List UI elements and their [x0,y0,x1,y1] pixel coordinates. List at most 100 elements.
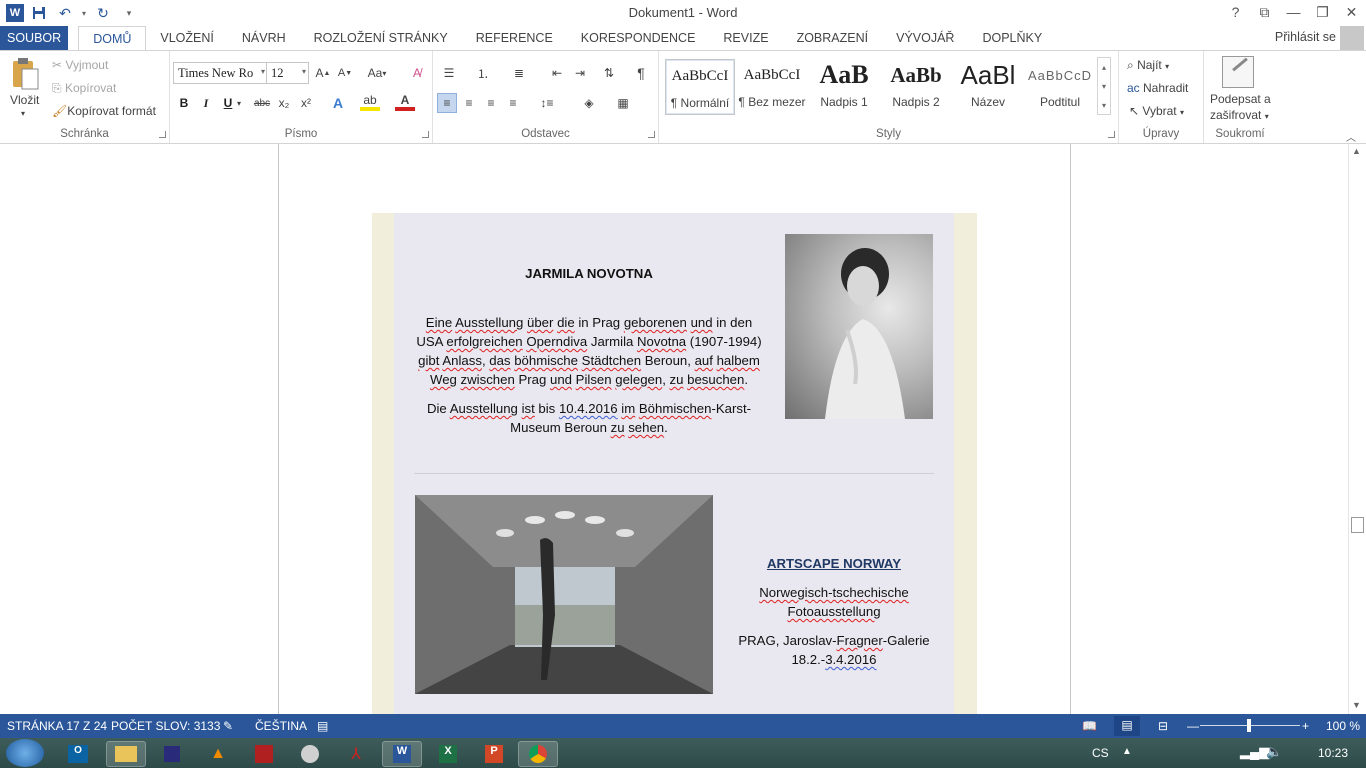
styles-scroll[interactable]: ▴ ▾ ▾ [1097,57,1111,115]
show-formatting-icon[interactable]: ¶ [631,63,651,83]
shading-icon[interactable]: ◈ [579,93,599,113]
web-layout-icon[interactable]: ⊟ [1158,719,1168,733]
change-case-button[interactable]: Aa ▾ [363,63,391,83]
style-normal[interactable]: AaBbCcI ¶ Normální [665,59,735,115]
font-color-icon[interactable]: A [395,93,415,111]
tab-mailings[interactable]: KORESPONDENCE [567,26,710,50]
vertical-scrollbar[interactable]: ▲ ▼ [1348,144,1366,714]
tab-file[interactable]: SOUBOR [0,26,69,50]
decrease-indent-icon[interactable]: ⇤ [547,63,567,83]
scroll-up-icon[interactable]: ▲ [1352,146,1361,156]
tab-addins[interactable]: DOPLŇKY [968,26,1056,50]
clear-formatting-icon[interactable]: A̸ [407,63,427,83]
align-left-icon[interactable]: ≡ [437,93,457,113]
clipboard-launcher-icon[interactable] [159,131,166,138]
tab-developer[interactable]: VÝVOJÁŘ [882,26,968,50]
shrink-font-icon[interactable]: A ▼ [335,63,355,83]
underline-dropdown-icon[interactable]: ▾ [234,93,244,113]
italic-button[interactable]: I [196,93,216,113]
avatar[interactable] [1340,26,1364,50]
tab-insert[interactable]: VLOŽENÍ [146,26,228,50]
paragraph-jarmila-dates[interactable]: Die Ausstellung ist bis 10.4.2016 im Böh… [404,399,774,437]
format-painter-button[interactable]: 🖌Kopírovat formát [52,104,156,118]
style-subtitle[interactable]: AaBbCcD Podtitul [1025,59,1095,115]
tab-home[interactable]: DOMŮ [78,26,147,51]
scroll-down-icon[interactable]: ▼ [1352,700,1361,710]
page-count[interactable]: STRÁNKA 17 Z 24 [7,719,107,733]
select-button[interactable]: ↖ Vybrat ▾ [1129,104,1184,118]
powerpoint-taskbar-icon[interactable]: P [474,741,514,767]
tab-page-layout[interactable]: ROZLOŽENÍ STRÁNKY [300,26,462,50]
align-center-icon[interactable]: ≡ [459,93,479,113]
paste-icon[interactable] [10,57,40,93]
font-size-combo[interactable]: 12 ▾ [266,62,309,84]
bold-button[interactable]: B [174,93,194,113]
style-no-spacing[interactable]: AaBbCcI ¶ Bez mezer [737,59,807,115]
grow-font-icon[interactable]: A ▲ [313,63,333,83]
chrome-taskbar-icon[interactable] [518,741,558,767]
heading-artscape[interactable]: ARTSCAPE NORWAY [734,554,934,573]
restore-icon[interactable]: ❐ [1308,0,1337,24]
borders-icon[interactable]: ▦ [613,93,633,113]
bullets-icon[interactable]: ☰ [439,63,459,83]
read-mode-icon[interactable]: 📖 [1082,719,1097,733]
zoom-in-icon[interactable]: + [1302,719,1309,733]
zoom-out-icon[interactable]: — [1187,719,1199,733]
save-app-icon[interactable] [152,741,192,767]
multilevel-list-icon[interactable]: ≣ [509,63,529,83]
style-heading2[interactable]: AaBb Nadpis 2 [881,59,951,115]
network-icon[interactable]: ▂▄▆ [1240,744,1269,760]
paragraph-launcher-icon[interactable] [648,131,655,138]
tab-review[interactable]: REVIZE [709,26,782,50]
artscape-sculpture-photo[interactable] [415,495,713,694]
volume-icon[interactable]: 🔈 [1266,744,1282,760]
paragraph-artscape-place[interactable]: PRAG, Jaroslav-Fragner-Galerie 18.2.-3.4… [724,631,944,669]
styles-launcher-icon[interactable] [1108,131,1115,138]
app-icon-red[interactable] [244,741,284,767]
excel-taskbar-icon[interactable]: X [428,741,468,767]
encrypt-button[interactable]: zašifrovat ▾ [1210,108,1269,122]
taskbar-clock[interactable]: 10:23 [1318,746,1348,760]
increase-indent-icon[interactable]: ⇥ [570,63,590,83]
scroll-thumb[interactable] [1351,517,1364,533]
app-icon-circle[interactable] [290,741,330,767]
cut-button[interactable]: ✂ Vyjmout [52,58,108,72]
paragraph-artscape[interactable]: Norwegisch-tschechische Fotoausstellung [734,583,934,621]
macro-recording-icon[interactable]: ▤ [317,719,328,733]
text-effects-icon[interactable]: A [328,93,348,113]
minimize-icon[interactable]: — [1279,0,1308,24]
sort-icon[interactable]: ⇅ [599,63,619,83]
zoom-level[interactable]: 100 % [1326,719,1360,733]
highlight-color-icon[interactable]: ab [360,93,380,111]
explorer-icon[interactable] [106,741,146,767]
numbering-icon[interactable]: ⒈ [473,63,493,83]
find-button[interactable]: ⌕ Najít ▾ [1127,58,1169,73]
style-title[interactable]: AaBl Název [953,59,1023,115]
align-right-icon[interactable]: ≡ [481,93,501,113]
print-layout-icon[interactable]: ▤ [1114,716,1140,736]
language-status[interactable]: ČEŠTINA [255,719,307,733]
heading-jarmila[interactable]: JARMILA NOVOTNA [414,264,764,283]
help-button[interactable]: ? [1221,0,1250,24]
pdf-icon[interactable]: ⅄ [336,741,376,767]
jarmila-novotna-photo[interactable] [785,234,933,419]
tray-expand-icon[interactable]: ▲ [1122,746,1132,757]
sign-encrypt-icon[interactable] [1222,56,1254,88]
close-icon[interactable]: ✕ [1337,0,1366,24]
keyboard-language[interactable]: CS [1092,746,1109,760]
style-heading1[interactable]: AaB Nadpis 1 [809,59,879,115]
proofing-icon[interactable]: ✎ [223,719,233,733]
superscript-button[interactable]: x² [296,93,316,113]
start-button[interactable] [6,739,44,767]
tab-references[interactable]: REFERENCE [462,26,567,50]
ribbon-display-options-icon[interactable]: ⧉ [1250,0,1279,24]
vlc-icon[interactable]: ▲ [198,741,238,767]
outlook-icon[interactable]: O [58,741,98,767]
paste-dropdown-icon[interactable]: ▾ [21,109,25,118]
font-launcher-icon[interactable] [422,131,429,138]
sign-in-link[interactable]: Přihlásit se [1275,30,1336,44]
copy-button[interactable]: ⎘ Kopírovat [52,81,116,96]
strikethrough-button[interactable]: abc [252,93,272,113]
word-taskbar-icon[interactable]: W [382,741,422,767]
collapse-ribbon-icon[interactable]: ︿ [1346,129,1356,144]
